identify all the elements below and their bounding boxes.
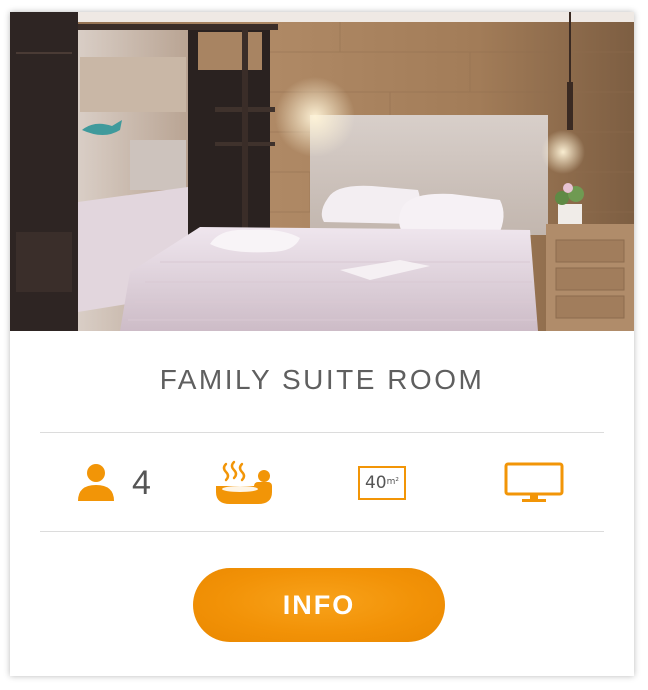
guest-count: 4 [132, 463, 151, 502]
area-badge: 40 m² [358, 466, 406, 500]
amenity-spa [214, 456, 276, 510]
area-value: 40 [364, 473, 387, 493]
amenity-guests: 4 [76, 456, 151, 510]
room-title: FAMILY SUITE ROOM [159, 364, 485, 395]
amenity-tv [504, 456, 564, 510]
hot-tub-icon [216, 460, 272, 504]
room-card: FAMILY SUITE ROOM 4 40 m² INFO [10, 12, 634, 676]
person-icon [78, 464, 114, 501]
room-photo [10, 12, 634, 331]
top-divider [40, 432, 604, 433]
bottom-divider [40, 531, 604, 532]
area-unit: m² [386, 477, 399, 487]
amenity-area: 40 m² [358, 456, 406, 510]
info-button[interactable]: INFO [193, 568, 445, 642]
tv-icon [504, 462, 564, 502]
